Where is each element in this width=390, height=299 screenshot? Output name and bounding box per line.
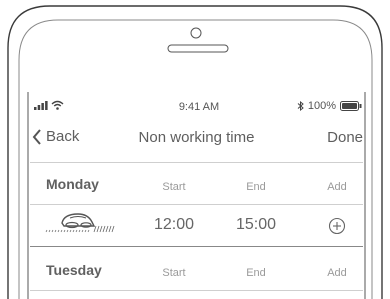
day-header-monday: Monday Start End Add — [30, 176, 363, 196]
nav-bar: Back Non working time Done — [30, 124, 363, 154]
column-end-label: End — [246, 267, 266, 279]
page-title: Non working time — [138, 129, 255, 146]
done-button[interactable]: Done — [327, 129, 363, 146]
start-time[interactable]: 12:00 — [139, 216, 209, 234]
mower-icon — [45, 213, 115, 233]
column-end-label: End — [246, 181, 266, 193]
speaker-slot — [167, 44, 229, 53]
bluetooth-icon — [297, 101, 304, 111]
camera-icon — [190, 27, 202, 39]
day-label: Monday — [46, 176, 99, 192]
time-entry-row[interactable]: 12:00 15:00 — [30, 210, 363, 240]
battery-percent: 100% — [307, 100, 336, 112]
end-time[interactable]: 15:00 — [221, 216, 291, 234]
battery-status: 100% — [297, 100, 362, 112]
column-add-label: Add — [327, 267, 347, 279]
section-divider — [30, 246, 363, 247]
column-start-label: Start — [162, 267, 186, 279]
add-circle-icon[interactable] — [328, 217, 346, 235]
nav-divider — [30, 162, 363, 163]
day-label: Tuesday — [46, 262, 102, 278]
column-start-label: Start — [162, 181, 186, 193]
day-header-tuesday: Tuesday Start End Add — [30, 262, 363, 282]
row-divider — [30, 290, 363, 291]
battery-icon — [340, 101, 362, 111]
status-bar: 9:41 AM 100% — [34, 100, 364, 116]
column-add-label: Add — [327, 181, 347, 193]
row-divider — [30, 204, 363, 205]
